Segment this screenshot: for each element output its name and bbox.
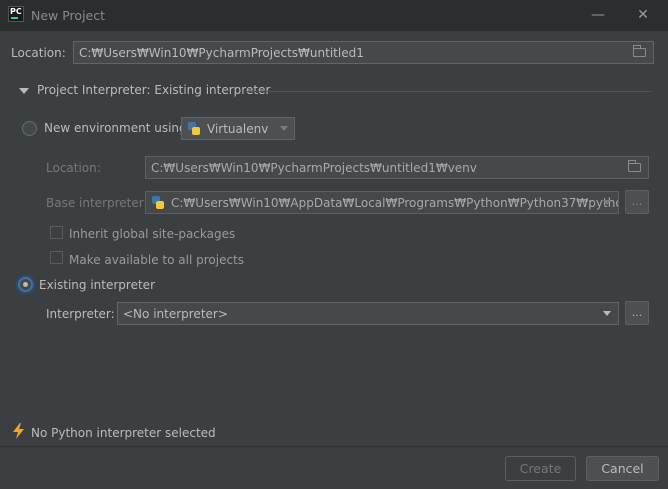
environment-tool-select[interactable]: Virtualenv xyxy=(181,117,295,140)
section-divider xyxy=(247,91,652,92)
interpreter-value: <No interpreter> xyxy=(123,306,228,321)
interpreter-select[interactable]: <No interpreter> xyxy=(117,302,619,325)
expand-triangle-icon[interactable] xyxy=(19,88,29,94)
venv-check-icon xyxy=(194,128,200,135)
location-input[interactable]: C:₩Users₩Win10₩PycharmProjects₩untitled1 xyxy=(73,41,654,64)
interpreter-label: Interpreter: xyxy=(46,307,115,321)
make-available-checkbox[interactable] xyxy=(50,251,63,264)
cancel-button[interactable]: Cancel xyxy=(586,456,659,481)
python-icon xyxy=(151,195,165,210)
create-button[interactable]: Create xyxy=(505,456,576,481)
footer-divider xyxy=(0,446,668,447)
existing-interpreter-label[interactable]: Existing interpreter xyxy=(39,278,155,292)
window-title: New Project xyxy=(31,8,106,23)
chevron-down-icon xyxy=(603,311,611,316)
new-environment-label[interactable]: New environment using xyxy=(44,121,187,135)
lightning-bolt-icon xyxy=(13,423,24,439)
chevron-down-icon xyxy=(280,126,288,131)
inherit-global-label: Inherit global site-packages xyxy=(69,227,236,241)
new-environment-radio[interactable] xyxy=(22,121,37,136)
location-label: Location: xyxy=(11,46,66,60)
venv-location-label: Location: xyxy=(46,161,101,175)
close-button[interactable]: ✕ xyxy=(630,4,656,26)
existing-interpreter-radio[interactable] xyxy=(18,277,33,292)
base-interpreter-label: Base interpreter: xyxy=(46,196,148,210)
folder-icon[interactable] xyxy=(628,160,641,172)
base-interpreter-select[interactable]: C:₩Users₩Win10₩AppData₩Local₩Programs₩Py… xyxy=(145,191,619,214)
folder-icon[interactable] xyxy=(633,45,646,57)
browse-base-interpreter-button[interactable]: ... xyxy=(625,190,649,214)
inherit-global-checkbox[interactable] xyxy=(50,226,63,239)
environment-tool-value: Virtualenv xyxy=(207,121,269,136)
python-icon xyxy=(187,121,201,136)
venv-location-input[interactable]: C:₩Users₩Win10₩PycharmProjects₩untitled1… xyxy=(145,156,649,179)
section-title[interactable]: Project Interpreter: Existing interprete… xyxy=(37,83,270,97)
base-interpreter-value: C:₩Users₩Win10₩AppData₩Local₩Programs₩Py… xyxy=(171,195,619,210)
minimize-button[interactable]: — xyxy=(585,4,611,26)
pycharm-logo-icon: PC xyxy=(8,6,24,22)
make-available-label: Make available to all projects xyxy=(69,253,245,267)
browse-interpreter-button[interactable]: ... xyxy=(625,301,649,325)
chevron-down-icon xyxy=(603,200,611,205)
status-message: No Python interpreter selected xyxy=(31,426,216,440)
location-value: C:₩Users₩Win10₩PycharmProjects₩untitled1 xyxy=(79,45,364,60)
venv-location-value: C:₩Users₩Win10₩PycharmProjects₩untitled1… xyxy=(151,160,477,175)
